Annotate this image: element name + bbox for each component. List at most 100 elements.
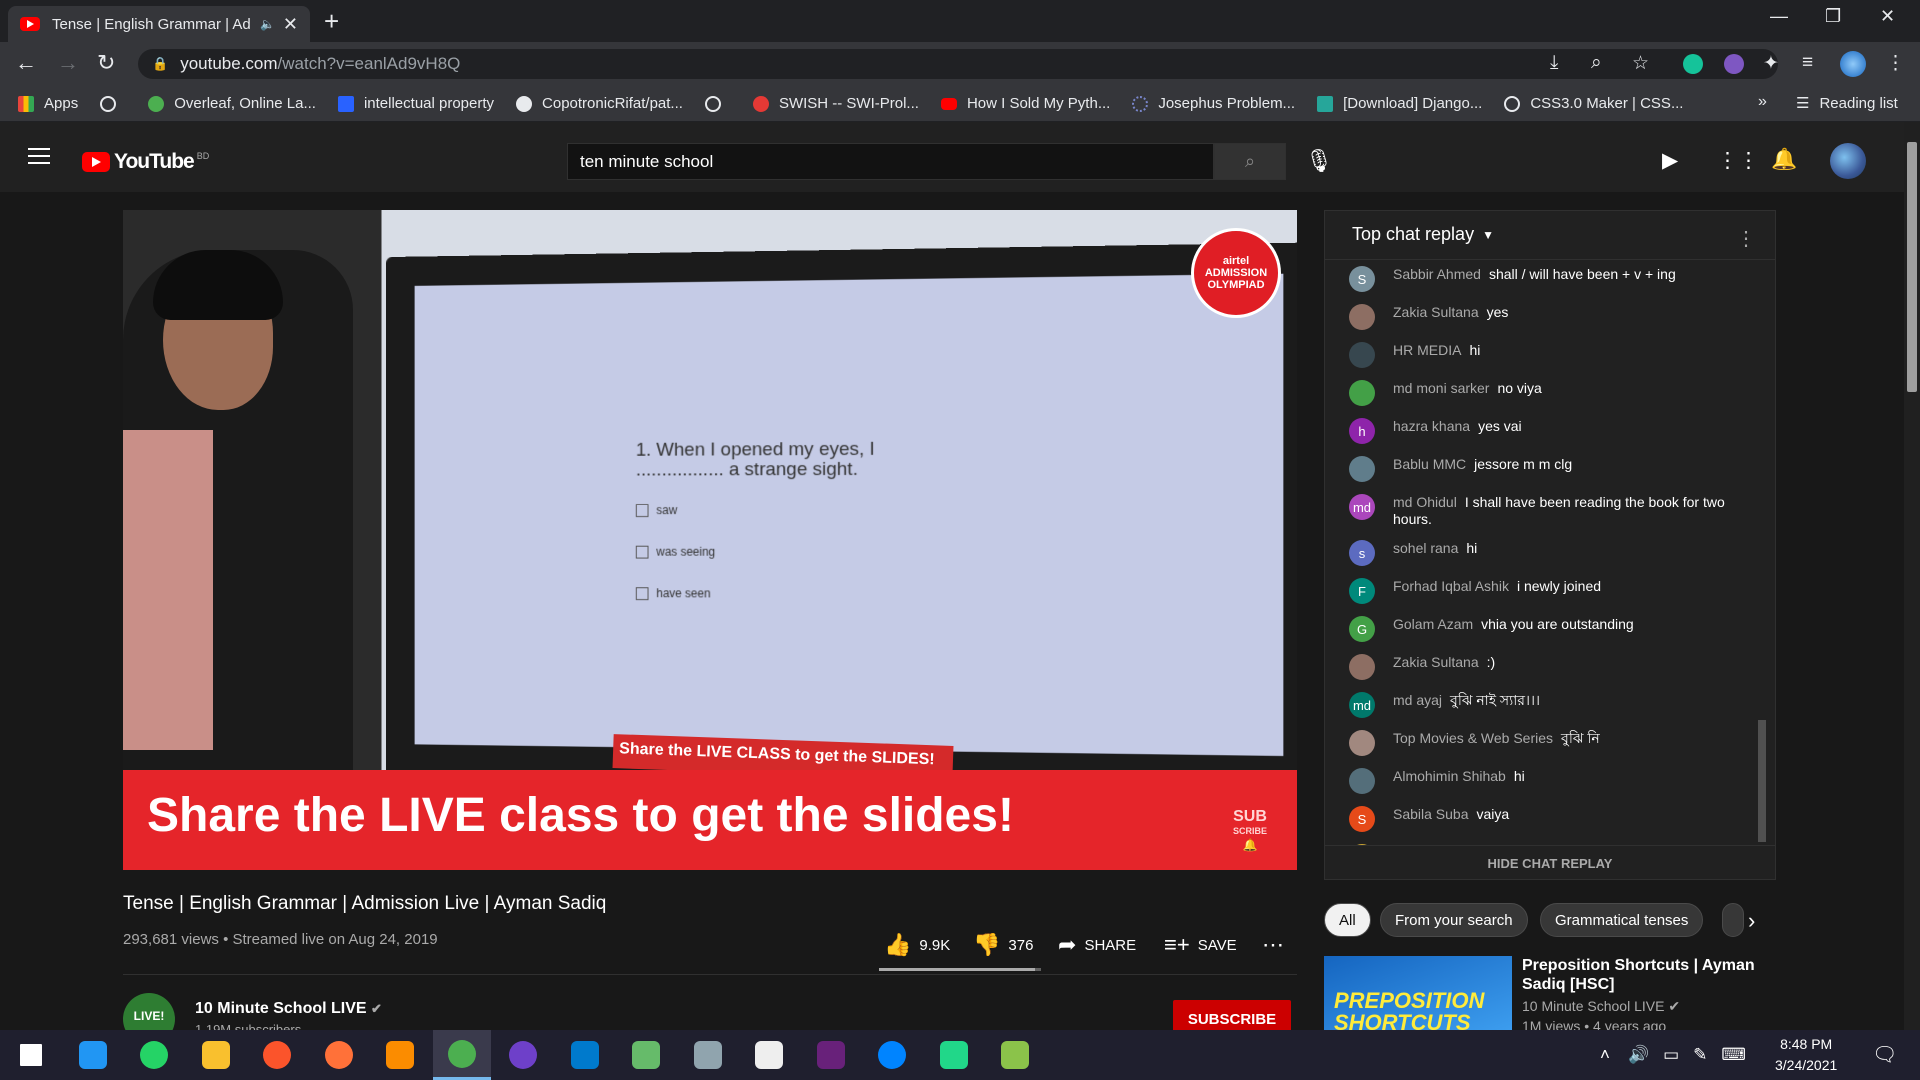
page-scrollbar[interactable] — [1904, 122, 1920, 1030]
subscribe-watermark[interactable]: SUB SCRIBE 🔔 — [1233, 809, 1267, 853]
taskbar-xampp[interactable] — [371, 1030, 429, 1080]
keyboard-icon[interactable]: ⌨ — [1721, 1045, 1746, 1065]
save-button[interactable]: ≡+ SAVE — [1164, 932, 1237, 958]
bookmark-apps[interactable]: Apps — [18, 95, 78, 112]
chat-message[interactable]: md md ayaj বুঝি নাই স্যার।।। — [1325, 686, 1755, 724]
chat-message[interactable]: F Forhad Iqbal Ashik i newly joined — [1325, 572, 1755, 610]
bookmark-intellectual-property[interactable]: intellectual property — [337, 95, 494, 112]
taskbar-pycharm[interactable] — [925, 1030, 983, 1080]
taskbar-sync-app[interactable] — [64, 1030, 122, 1080]
taskbar-firefox[interactable] — [310, 1030, 368, 1080]
reading-list-button[interactable]: ☰ Reading list — [1796, 94, 1898, 113]
chat-more-icon[interactable]: ⋮ — [1736, 226, 1756, 251]
chip-grammatical-tenses[interactable]: Grammatical tenses — [1540, 903, 1704, 937]
microphone-icon[interactable]: 🎙 — [1305, 148, 1333, 174]
taskbar-globe-app[interactable] — [617, 1030, 675, 1080]
page-scrollbar-thumb[interactable] — [1907, 142, 1917, 392]
like-button[interactable]: 👍 9.9K — [884, 932, 950, 958]
close-tab-icon[interactable]: ✕ — [283, 14, 298, 35]
chip-all[interactable]: All — [1324, 903, 1371, 937]
taskbar-github-desktop[interactable] — [494, 1030, 552, 1080]
hide-chat-replay-button[interactable]: HIDE CHAT REPLAY — [1324, 845, 1776, 880]
search-input[interactable]: ten minute school — [567, 143, 1214, 180]
bookmark-josephus[interactable]: Josephus Problem... — [1132, 95, 1295, 112]
taskbar-brave-browser[interactable] — [248, 1030, 306, 1080]
forward-icon[interactable]: → — [57, 50, 79, 76]
puzzle-extensions-icon[interactable]: ✦ — [1763, 52, 1779, 75]
youtube-logo[interactable]: YouTube BD — [82, 150, 209, 174]
bookmark-star-icon[interactable]: ☆ — [1632, 52, 1649, 75]
zoom-icon[interactable]: ⌕ — [1591, 52, 1602, 74]
chat-message[interactable]: Zakia Sultana:) — [1325, 648, 1755, 686]
create-video-icon[interactable]: ▶ — [1662, 148, 1678, 173]
more-actions-button[interactable]: ⋯ — [1262, 932, 1292, 958]
chat-message-list[interactable]: S Sabbir Ahmed shall / will have been + v … — [1325, 260, 1755, 845]
taskbar-whatsapp[interactable] — [125, 1030, 183, 1080]
speaker-muted-icon[interactable]: 🔈 — [260, 17, 275, 31]
chat-scrollbar-thumb[interactable] — [1758, 720, 1766, 842]
install-app-icon[interactable]: ⤓ — [1550, 52, 1558, 74]
network-icon[interactable]: ▭ — [1663, 1045, 1679, 1065]
bookmark-overleaf[interactable]: Overleaf, Online La... — [148, 95, 316, 112]
bookmark-globe-2[interactable] — [704, 95, 731, 112]
chat-message[interactable]: HR MEDIA hi — [1325, 336, 1755, 374]
pen-icon[interactable]: ✎ — [1693, 1045, 1707, 1065]
chat-message[interactable]: S Sabila Suba vaiya — [1325, 800, 1755, 838]
bookmark-swish[interactable]: SWISH -- SWI-Prol... — [752, 95, 919, 112]
taskbar-file-explorer[interactable] — [187, 1030, 245, 1080]
back-icon[interactable]: ← — [15, 50, 37, 76]
share-button[interactable]: ➦ SHARE — [1058, 932, 1136, 958]
dislike-button[interactable]: 👎 376 — [973, 932, 1033, 958]
chip-partial[interactable] — [1722, 903, 1744, 937]
browser-menu-icon[interactable]: ⋮ — [1886, 52, 1905, 75]
search-button[interactable]: ⌕ — [1214, 143, 1286, 180]
bookmark-css-maker[interactable]: CSS3.0 Maker | CSS... — [1504, 95, 1683, 112]
chat-message[interactable]: md moni sarker no viya — [1325, 374, 1755, 412]
taskbar-vscode[interactable] — [556, 1030, 614, 1080]
related-video-channel[interactable]: 10 Minute School LIVE ✔ — [1522, 998, 1680, 1015]
close-window-icon[interactable]: ✕ — [1880, 6, 1895, 27]
taskbar-notepad[interactable] — [986, 1030, 1044, 1080]
chat-message[interactable]: s sohel rana hi — [1325, 534, 1755, 572]
chat-message[interactable]: S Sabbir Ahmed shall / will have been + v … — [1325, 260, 1755, 298]
taskbar-umbrella-app[interactable] — [679, 1030, 737, 1080]
grammarly-extension-icon[interactable] — [1683, 54, 1703, 74]
reload-icon[interactable]: ↻ — [97, 50, 115, 76]
taskbar-chrome[interactable] — [432, 1030, 491, 1080]
related-video-title[interactable]: Preposition Shortcuts | Ayman Sadiq [HSC… — [1522, 956, 1762, 994]
bookmark-django[interactable]: [Download] Django... — [1317, 95, 1482, 112]
chat-message[interactable]: Bablu MMC jessore m m clg — [1325, 450, 1755, 488]
media-control-icon[interactable]: ≡ — [1802, 52, 1813, 74]
address-bar[interactable]: 🔒 youtube.com/watch?v=eanlAd9vH8Q — [138, 49, 1778, 79]
chat-message[interactable]: G Golam Azam vhia you are outstanding — [1325, 610, 1755, 648]
minimize-icon[interactable]: — — [1770, 6, 1788, 27]
restore-icon[interactable]: ❐ — [1825, 6, 1841, 27]
chat-message[interactable]: Top Movies & Web Series বুঝি নি — [1325, 724, 1755, 762]
chat-message[interactable]: Zakia Sultana yes — [1325, 298, 1755, 336]
channel-name[interactable]: 10 Minute School LIVE ✔ — [195, 1000, 382, 1018]
bookmark-github[interactable]: CopotronicRifat/pat... — [516, 95, 683, 112]
notifications-bell-icon[interactable]: 🔔 — [1771, 148, 1797, 172]
chat-message[interactable]: h hazra khana yes vai — [1325, 412, 1755, 450]
taskbar-start-button[interactable] — [2, 1030, 60, 1080]
chat-message[interactable]: Almohimin Shihab hi — [1325, 762, 1755, 800]
chat-message[interactable]: Nur Hossaintnx....... — [1325, 838, 1755, 845]
account-avatar[interactable] — [1830, 143, 1866, 179]
chat-header[interactable]: Top chat replay ▼ — [1324, 210, 1776, 260]
extension-icon[interactable] — [1724, 54, 1744, 74]
hamburger-menu-icon[interactable] — [28, 148, 50, 164]
chip-from-your-search[interactable]: From your search — [1380, 903, 1528, 937]
chat-scrollbar[interactable] — [1756, 260, 1768, 845]
taskbar-clock[interactable]: 8:48 PM 3/24/2021 — [1775, 1034, 1837, 1076]
video-player[interactable]: 1. When I opened my eyes, I ............… — [123, 210, 1297, 870]
taskbar-visual-studio[interactable] — [802, 1030, 860, 1080]
notification-center-icon[interactable]: 🗨 — [1872, 1042, 1897, 1067]
bookmark-globe[interactable] — [100, 95, 126, 112]
new-tab-button[interactable]: + — [324, 6, 339, 37]
bookmark-youtube-video[interactable]: How I Sold My Pyth... — [940, 95, 1110, 112]
browser-tab[interactable]: Tense | English Grammar | Ad 🔈 ✕ — [8, 6, 310, 42]
chevron-right-icon[interactable]: › — [1748, 908, 1755, 934]
taskbar-messenger[interactable] — [863, 1030, 921, 1080]
volume-icon[interactable]: 🔊 — [1628, 1045, 1649, 1065]
taskbar-inkscape[interactable] — [740, 1030, 798, 1080]
